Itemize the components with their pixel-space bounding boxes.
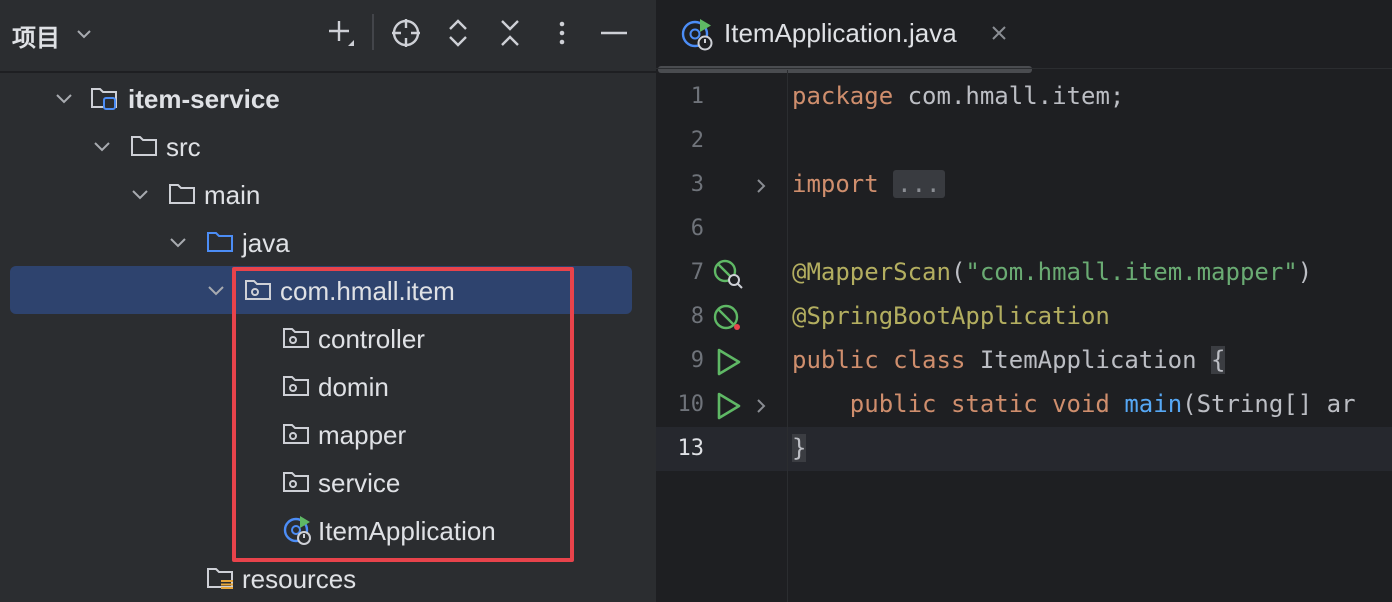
chevron-down-icon[interactable] [130,184,150,204]
bean-scan-icon[interactable] [712,258,744,290]
code-line[interactable]: 7 @MapperScan("com.hmall.item.mapper") [656,252,1392,296]
resources-folder-icon [207,568,233,589]
code-text[interactable]: public static void main(String[] ar [792,390,1356,418]
code-text[interactable]: import ... [792,170,945,198]
close-icon[interactable] [988,22,1010,44]
project-panel-title[interactable]: 项目 [12,18,60,53]
tree-item-label: resources [242,564,357,594]
tab-item-application-java[interactable]: ItemApplication.java [656,0,1032,68]
project-panel: 项目 item-service src main java com.hmall.… [0,0,656,602]
code-line[interactable]: 9 public class ItemApplication { [656,340,1392,384]
source-folder-icon [207,232,233,252]
expand-all-icon[interactable] [441,16,475,50]
editor-tab-bar: ItemApplication.java [656,0,1392,73]
tree-item-main[interactable]: main [0,170,656,218]
line-number: 10 [677,392,705,417]
line-number: 3 [690,172,704,197]
module-icon [91,88,117,110]
code-line[interactable]: 8 @SpringBootApplication [656,296,1392,340]
tree-item-label: src [166,132,201,162]
tree-item-src[interactable]: src [0,122,656,170]
tree-item-item-service[interactable]: item-service [0,74,656,122]
line-number: 9 [690,348,704,373]
line-number: 7 [690,260,704,285]
spring-boot-class-icon [681,19,713,51]
code-line[interactable]: 2 [656,120,1392,164]
line-number: 8 [690,304,704,329]
code-text[interactable]: @MapperScan("com.hmall.item.mapper") [792,258,1312,286]
more-options-icon[interactable] [545,16,579,50]
code-editor: ItemApplication.java 1 package com.hmall.… [656,0,1392,602]
chevron-down-icon[interactable] [74,24,94,44]
tree-item-java[interactable]: java [0,218,656,266]
fold-chevron-icon[interactable] [752,396,770,416]
tree-item-label: main [204,180,261,210]
chevron-down-icon[interactable] [92,136,112,156]
add-icon[interactable] [324,16,358,50]
fold-chevron-icon[interactable] [752,176,770,196]
highlight-annotation-box [232,267,574,562]
code-text[interactable]: @SpringBootApplication [792,302,1110,330]
code-text[interactable]: } [792,434,807,462]
code-line[interactable]: 1 package com.hmall.item; [656,76,1392,120]
folder-icon [131,136,157,156]
code-line[interactable]: 3 import ... [656,164,1392,208]
line-number: 6 [690,216,704,241]
line-number: 1 [690,84,704,109]
code-line[interactable]: 6 [656,208,1392,252]
code-line[interactable]: 13} [656,428,1392,472]
tree-item-label: java [242,228,290,258]
code-line[interactable]: 10 public static void main(String[] ar [656,384,1392,428]
hide-panel-icon[interactable] [597,16,631,50]
folder-icon [169,184,195,204]
tree-item-label: item-service [128,84,280,114]
project-panel-header: 项目 [0,0,656,68]
code-text[interactable]: public class ItemApplication { [792,346,1226,374]
locate-icon[interactable] [389,16,423,50]
chevron-down-icon[interactable] [206,280,226,300]
chevron-down-icon[interactable] [168,232,188,252]
line-number: 13 [677,436,705,461]
run-icon[interactable] [712,346,744,378]
code-text[interactable]: package com.hmall.item; [792,82,1124,110]
panel-divider [0,71,656,73]
chevron-down-icon[interactable] [54,88,74,108]
collapse-all-icon[interactable] [493,16,527,50]
tab-label: ItemApplication.java [724,18,957,48]
run-icon[interactable] [712,390,744,422]
tab-bar-border [656,68,1392,69]
spring-boot-icon[interactable] [712,302,744,334]
toolbar-separator [372,14,374,50]
line-number: 2 [690,128,704,153]
